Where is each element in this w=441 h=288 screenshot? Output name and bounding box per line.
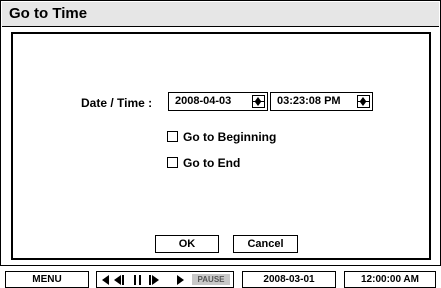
go-to-end-label: Go to End — [183, 156, 241, 170]
step-back-icon[interactable] — [114, 275, 124, 285]
date-value: 2008-04-03 — [175, 95, 232, 107]
cancel-button[interactable]: Cancel — [233, 235, 298, 253]
go-to-time-dialog: Go to Time Date / Time : 2008-04-03 03:2… — [0, 0, 441, 266]
dialog-content — [11, 32, 431, 260]
playback-controls: PAUSE — [96, 271, 234, 288]
pause-status-badge: PAUSE — [192, 274, 230, 285]
rewind-icon[interactable] — [102, 275, 109, 285]
status-time: 12:00:00 AM — [344, 271, 436, 288]
date-time-label: Date / Time : — [81, 96, 153, 110]
time-spinner-icon[interactable] — [357, 95, 370, 108]
date-field[interactable]: 2008-04-03 — [168, 92, 268, 111]
ok-button[interactable]: OK — [155, 235, 219, 253]
menu-button[interactable]: MENU — [5, 271, 89, 288]
status-date: 2008-03-01 — [242, 271, 336, 288]
pause-icon[interactable] — [134, 275, 141, 285]
dialog-title: Go to Time — [9, 5, 88, 22]
go-to-beginning-checkbox[interactable] — [167, 131, 178, 142]
go-to-end-checkbox[interactable] — [167, 157, 178, 168]
date-spinner-icon[interactable] — [252, 95, 265, 108]
time-field[interactable]: 03:23:08 PM — [270, 92, 373, 111]
status-bar: MENU PAUSE 2008-03-01 12:00:00 AM — [0, 268, 441, 288]
time-value: 03:23:08 PM — [277, 95, 341, 107]
go-to-beginning-label: Go to Beginning — [183, 130, 277, 144]
play-icon[interactable] — [177, 275, 184, 285]
title-bar: Go to Time — [2, 2, 439, 27]
step-forward-icon[interactable] — [149, 275, 159, 285]
